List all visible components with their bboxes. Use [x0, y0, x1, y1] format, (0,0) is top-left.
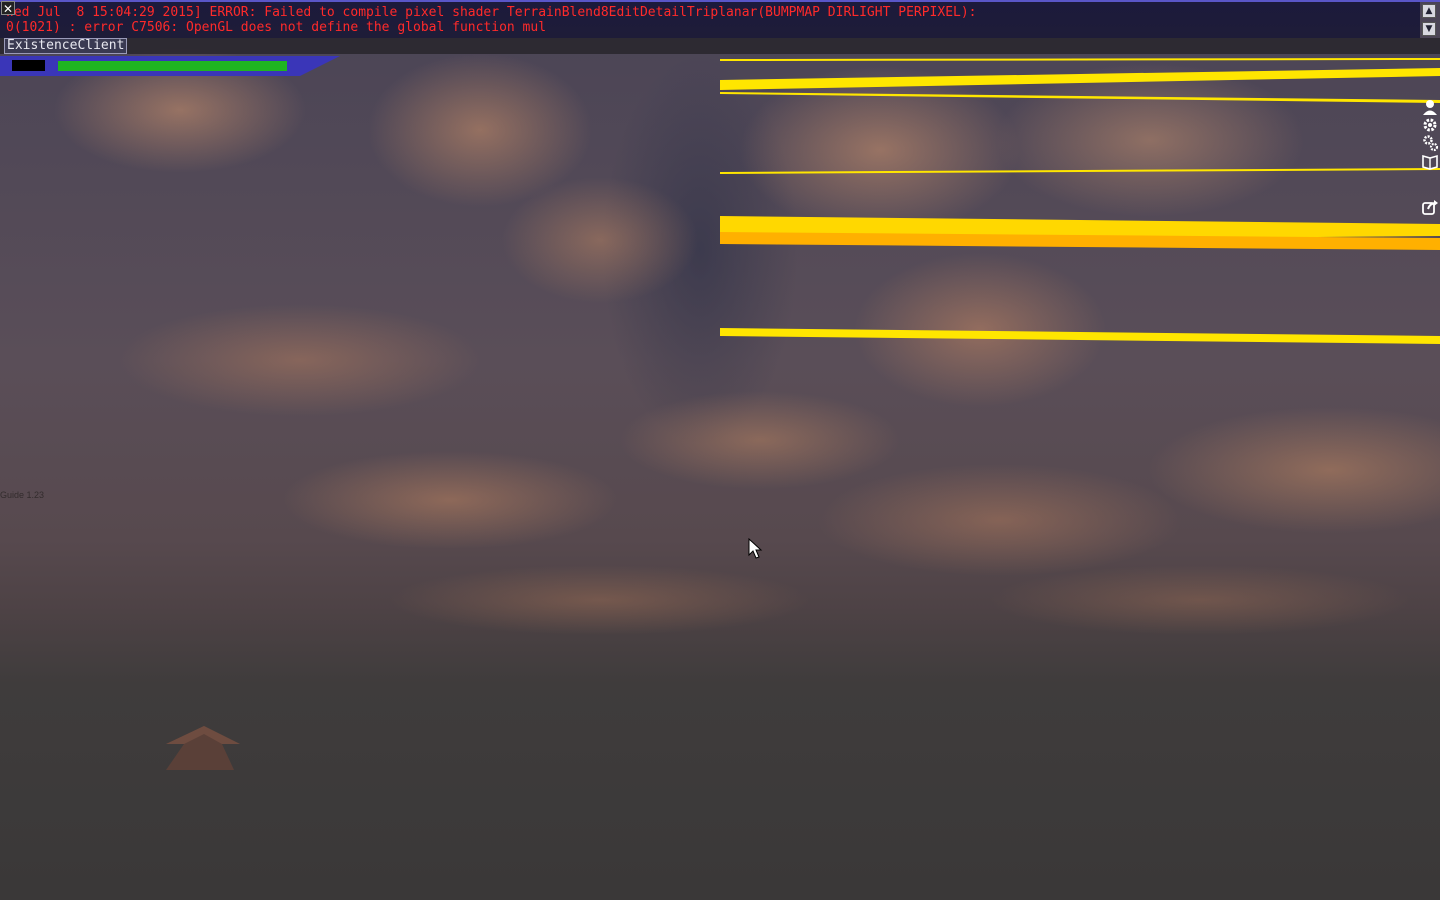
mouse-cursor-icon — [748, 538, 763, 559]
world-guide-label: Guide 1.23 — [0, 490, 45, 500]
status-indicator — [12, 60, 45, 71]
console-input-bar[interactable] — [0, 38, 1440, 54]
console-line: Wed Jul 8 15:04:29 2015] ERROR: Failed t… — [6, 5, 977, 20]
gears-icon[interactable] — [1420, 134, 1440, 152]
streak-1 — [720, 68, 1440, 90]
streak-2 — [720, 92, 1440, 103]
client-name-field[interactable]: ExistenceClient — [4, 38, 128, 54]
health-bar — [58, 61, 287, 71]
streak-3 — [720, 168, 1440, 174]
console-line: 0(1021) : error C7506: OpenGL does not d… — [6, 20, 547, 35]
yellow-streaks — [720, 58, 1440, 344]
book-icon[interactable] — [1420, 152, 1440, 170]
streak-7 — [720, 58, 1440, 61]
ground-object[interactable] — [164, 724, 242, 774]
scroll-down-icon[interactable]: ▼ — [1422, 22, 1436, 36]
user-icon[interactable] — [1420, 98, 1440, 116]
gear-icon[interactable] — [1420, 116, 1440, 134]
close-icon[interactable]: ✕ — [1, 1, 15, 16]
share-icon[interactable] — [1420, 198, 1440, 216]
streak-6 — [720, 328, 1440, 344]
scroll-up-icon[interactable]: ▲ — [1422, 4, 1436, 18]
